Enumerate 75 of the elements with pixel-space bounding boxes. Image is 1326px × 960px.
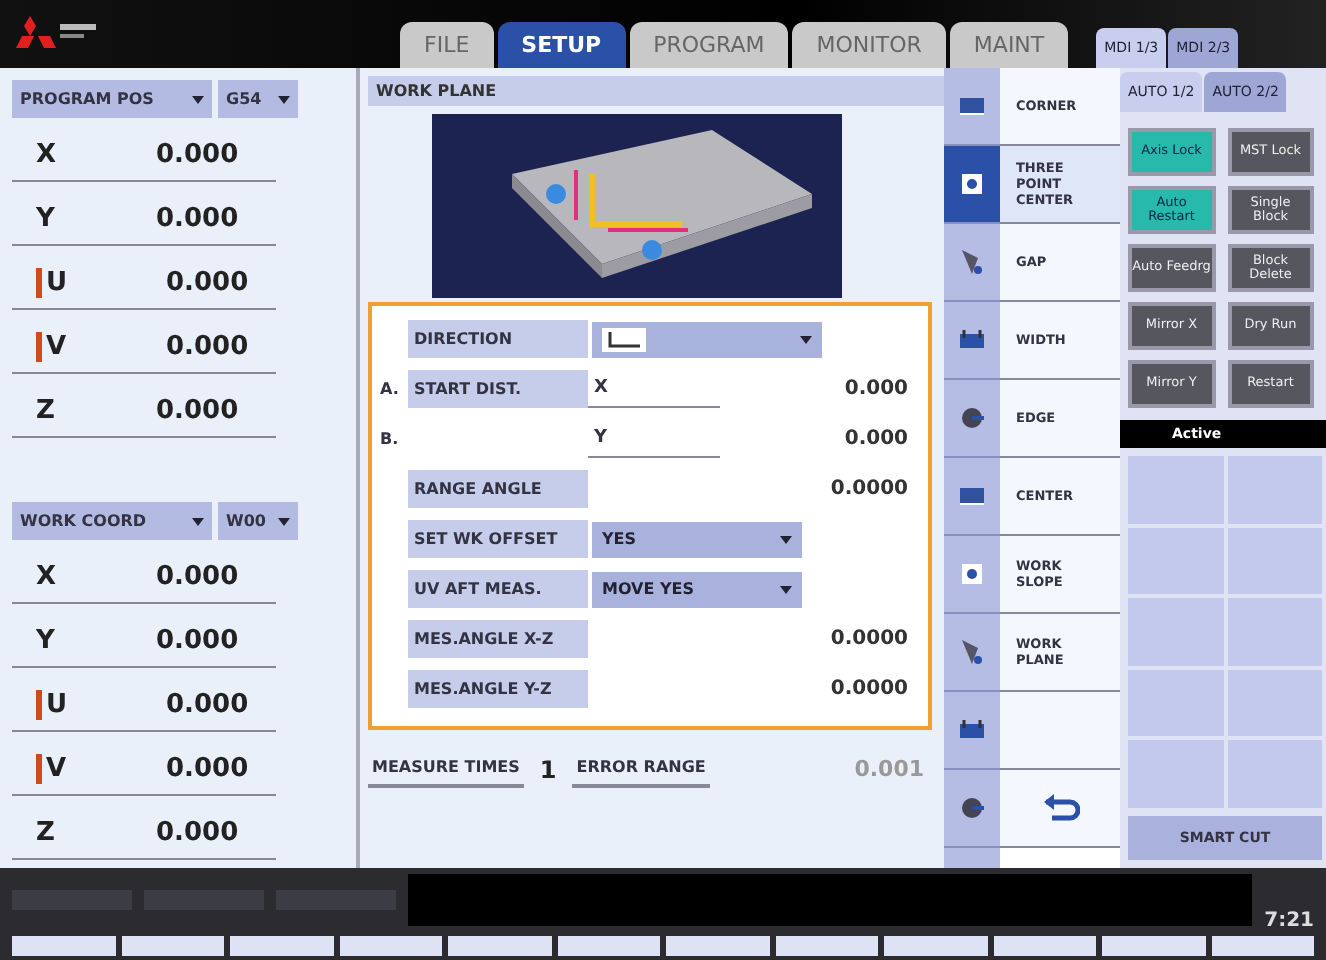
direction-dropdown[interactable] [592,321,822,357]
coordinate-dropdown[interactable]: W00 [218,502,298,540]
caret-icon [278,517,290,525]
caret-icon [800,335,812,343]
axis-name: X [36,140,59,170]
corner-icon [602,327,646,351]
caret-icon [192,517,204,525]
list-cell [1128,598,1223,666]
panel-title: WORK PLANE [368,76,944,106]
caret-icon [780,585,792,593]
axis-value: 0.000 [166,332,249,362]
return-icon[interactable] [1040,794,1080,822]
caret-icon [278,95,290,103]
list-cell [1227,740,1322,808]
axis-label: Y [588,420,720,458]
axis-name: X [36,562,59,592]
list-cell [1128,669,1223,737]
axis-value: 0.000 [166,754,249,784]
field-value: 0.000 [844,428,908,450]
field-prefix: B. [380,430,401,448]
field-label: ERROR RANGE [572,750,710,788]
list-cell [1128,456,1223,524]
field-label: MES.ANGLE Y-Z [408,670,588,708]
axis-value: 0.000 [156,396,239,426]
dropdown[interactable]: MOVE YES [592,571,802,607]
main-tab[interactable]: MONITOR [792,22,946,68]
field-label: RANGE ANGLE [408,470,588,508]
field-label: DIRECTION [408,320,588,358]
menu-icon-button[interactable] [944,146,1000,224]
main-tab[interactable]: PROGRAM [629,22,789,68]
position-mode-dropdown[interactable]: WORK COORD [12,502,212,540]
dropdown[interactable]: YES [592,521,802,557]
list-cell [1128,527,1223,595]
axis-name: Y [36,204,57,234]
caret-icon [780,535,792,543]
axis-name: Z [36,396,57,426]
field-value: 0.0000 [828,628,908,650]
field-prefix: A. [380,380,401,398]
coordinate-dropdown[interactable]: G54 [218,80,298,118]
list-cell [1128,740,1223,808]
logo-icon [16,12,100,52]
axis-name: V [36,332,166,362]
axis-value: 0.000 [156,626,239,656]
field-value: 0.0000 [828,678,908,700]
axis-label: X [588,370,720,408]
axis-name: V [36,754,166,784]
axis-value: 0.000 [156,818,239,848]
list-cell [1227,527,1322,595]
axis-value: 0.000 [156,562,239,592]
main-tab[interactable]: FILE [400,22,494,68]
field-label: START DIST. [408,370,588,408]
main-tab[interactable]: MAINT [949,22,1069,68]
axis-name: Z [36,818,57,848]
axis-value: 0.000 [166,268,249,298]
field-label: SET WK OFFSET [408,520,588,558]
field-value: 0.0000 [828,478,908,500]
field-label: UV AFT MEAS. [408,570,588,608]
field-label: MEASURE TIMES [368,750,524,788]
list-cell [1227,598,1322,666]
main-tab[interactable]: SETUP [497,22,626,68]
axis-name: U [36,690,166,720]
axis-value: 0.000 [156,140,239,170]
clock-text: 7:21 [1264,910,1314,932]
list-cell [1227,669,1322,737]
field-value: 0.000 [844,378,908,400]
field-label: MES.ANGLE X-Z [408,620,588,658]
axis-value: 0.000 [166,690,249,720]
field-value: 0.001 [854,756,924,782]
axis-name: U [36,268,166,298]
axis-value: 0.000 [156,204,239,234]
field-value: 1 [539,755,557,783]
caret-icon [192,95,204,103]
axis-name: Y [36,626,57,656]
list-cell [1227,456,1322,524]
position-mode-dropdown[interactable]: PROGRAM POS [12,80,212,118]
